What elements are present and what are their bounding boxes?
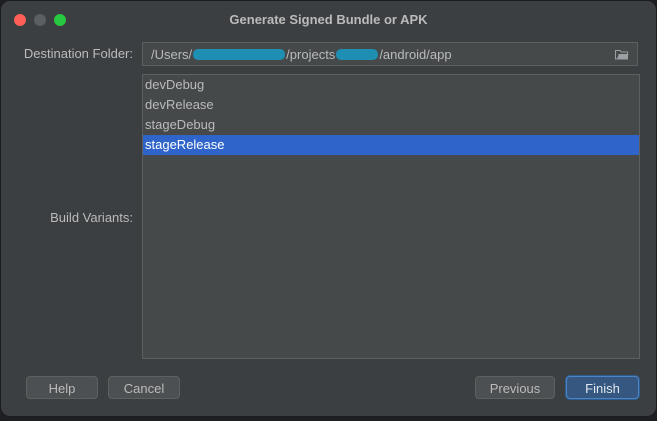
list-item-stagedebug[interactable]: stageDebug — [143, 115, 639, 135]
list-item-devrelease[interactable]: devRelease — [143, 95, 639, 115]
dialog-title: Generate Signed Bundle or APK — [229, 12, 428, 27]
dialog-window: Generate Signed Bundle or APK Destinatio… — [0, 0, 657, 417]
path-segment-app: /android/app — [379, 47, 452, 62]
build-variants-label: Build Variants: — [50, 210, 133, 225]
destination-folder-field[interactable]: /Users/ /projects/android/app — [142, 42, 638, 66]
title-bar: Generate Signed Bundle or APK — [1, 1, 656, 39]
finish-button[interactable]: Finish — [566, 376, 639, 399]
previous-button[interactable]: Previous — [475, 376, 555, 399]
destination-folder-label: Destination Folder: — [23, 46, 133, 61]
redacted-project — [336, 49, 379, 60]
help-button[interactable]: Help — [26, 376, 98, 399]
folder-icon[interactable] — [615, 49, 629, 60]
redacted-username — [193, 49, 286, 60]
build-variants-list[interactable]: devDebug devRelease stageDebug stageRele… — [142, 74, 640, 359]
destination-path: /Users/ /projects/android/app — [151, 47, 452, 62]
list-item-devdebug[interactable]: devDebug — [143, 75, 639, 95]
list-item-stagerelease[interactable]: stageRelease — [143, 135, 639, 155]
cancel-button[interactable]: Cancel — [108, 376, 180, 399]
path-segment-projects: /projects — [286, 47, 336, 62]
path-segment-users: /Users/ — [151, 47, 193, 62]
